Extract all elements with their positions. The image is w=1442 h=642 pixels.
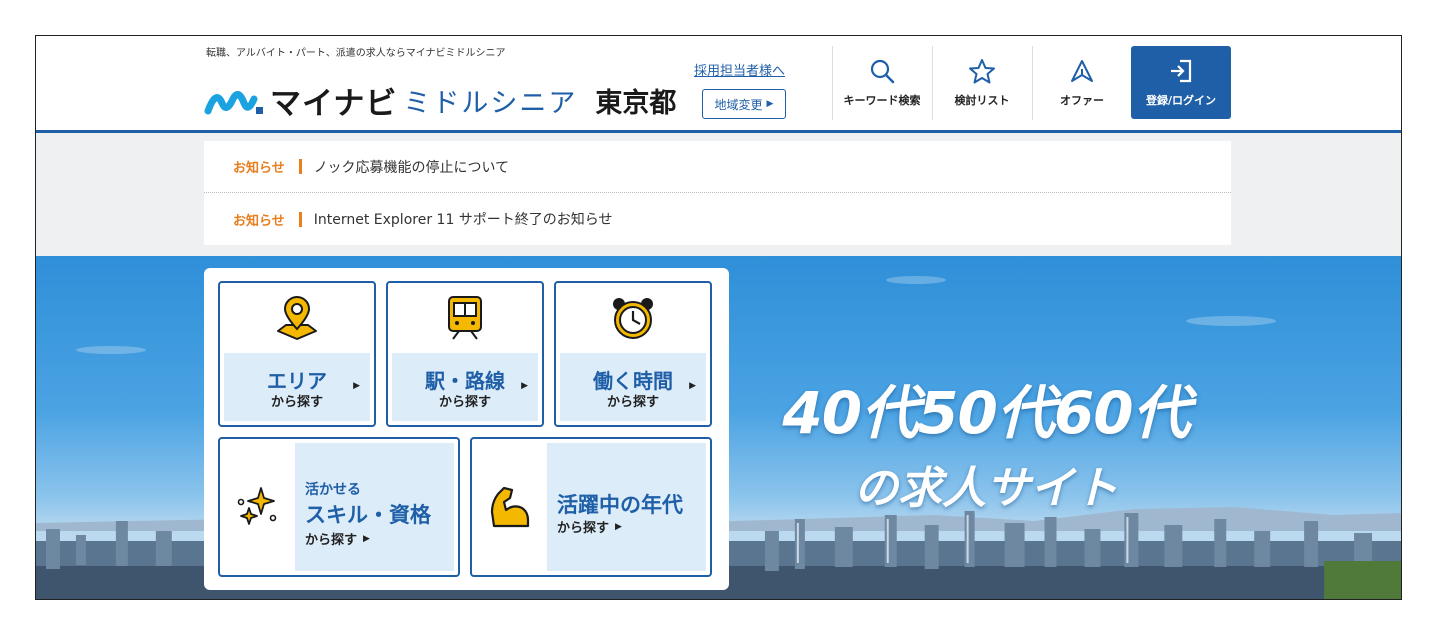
hero-line-2: の求人サイト bbox=[854, 463, 1118, 514]
caret-right-icon: ▶ bbox=[521, 381, 528, 391]
hours-card-sub: から探す bbox=[606, 395, 659, 410]
search-by-age-card[interactable]: 活躍中の年代 から探す ▶ bbox=[470, 437, 712, 577]
station-card-sub: から探す bbox=[438, 395, 491, 410]
card-icon-area bbox=[388, 283, 542, 353]
site-logo[interactable]: マイナビ ミドルシニア 東京都 bbox=[204, 78, 676, 123]
page-frame: 転職、アルバイト・パート、派遣の求人ならマイナビミドルシニア マイナビ ミドルシ… bbox=[35, 35, 1402, 600]
logo-main-text: マイナビ bbox=[270, 86, 398, 122]
caret-right-icon: ▶ bbox=[615, 521, 622, 532]
skill-card-sub-row: から探す ▶ bbox=[305, 529, 370, 548]
search-panel: エリア から探す ▶ 駅・路線 から探す ▶ 働く時間 から探す ▶ 活かせる … bbox=[204, 268, 729, 590]
notice-text: ノック応募機能の停止について bbox=[313, 159, 510, 176]
login-register-button[interactable]: 登録/ログイン bbox=[1131, 46, 1231, 119]
recruiter-link[interactable]: 採用担当者様へ bbox=[694, 60, 785, 79]
hero-banner: 40代50代60代 の求人サイト エリア から探す ▶ 駅・路線 から探す ▶ … bbox=[36, 256, 1401, 599]
logo-mark-icon bbox=[204, 90, 263, 114]
notice-tag: お知らせ bbox=[233, 213, 285, 229]
card-icon-area bbox=[472, 439, 547, 575]
caret-right-icon: ▶ bbox=[766, 99, 774, 109]
cloud-shape bbox=[1186, 316, 1276, 326]
caret-right-icon: ▶ bbox=[363, 533, 370, 544]
caret-right-icon: ▶ bbox=[353, 381, 360, 391]
star-icon bbox=[969, 59, 995, 84]
skill-card-title: スキル・資格 bbox=[305, 503, 431, 527]
cloud-shape bbox=[886, 276, 946, 284]
search-by-area-card[interactable]: エリア から探す ▶ bbox=[218, 281, 376, 427]
hours-card-title: 働く時間 bbox=[593, 369, 673, 393]
consider-list-button[interactable]: 検討リスト bbox=[933, 46, 1031, 120]
paper-plane-icon bbox=[1071, 60, 1093, 82]
card-icon-area bbox=[220, 439, 295, 575]
search-by-hours-card[interactable]: 働く時間 から探す ▶ bbox=[554, 281, 712, 427]
age-card-sub: から探す bbox=[557, 521, 610, 536]
login-icon bbox=[1171, 59, 1192, 82]
card-label-area: 駅・路線 から探す ▶ bbox=[392, 353, 538, 421]
notice-area: お知らせ ノック応募機能の停止について お知らせ Internet Explor… bbox=[36, 133, 1401, 256]
search-by-station-card[interactable]: 駅・路線 から探す ▶ bbox=[386, 281, 544, 427]
card-icon-area bbox=[220, 283, 374, 353]
train-icon bbox=[448, 296, 482, 340]
skill-card-small: 活かせる bbox=[305, 482, 361, 498]
notice-item[interactable]: お知らせ ノック応募機能の停止について bbox=[204, 141, 1231, 193]
cloud-shape bbox=[76, 346, 146, 354]
search-icon bbox=[870, 59, 895, 84]
logo-sub-text: ミドルシニア bbox=[403, 88, 578, 119]
keyword-search-label: キーワード検索 bbox=[843, 94, 921, 107]
region-change-label: 地域変更 bbox=[714, 97, 763, 112]
flexed-arm-icon bbox=[490, 486, 529, 528]
search-by-skill-card[interactable]: 活かせる スキル・資格 から探す ▶ bbox=[218, 437, 460, 577]
notice-list: お知らせ ノック応募機能の停止について お知らせ Internet Explor… bbox=[204, 141, 1231, 245]
map-pin-icon bbox=[277, 296, 317, 340]
notice-bar bbox=[298, 159, 302, 174]
skill-card-sub: から探す bbox=[305, 533, 358, 548]
notice-text: Internet Explorer 11 サポート終了のお知らせ bbox=[313, 212, 613, 228]
logo-prefecture: 東京都 bbox=[595, 88, 677, 119]
consider-list-label: 検討リスト bbox=[954, 94, 1010, 107]
site-header: 転職、アルバイト・パート、派遣の求人ならマイナビミドルシニア マイナビ ミドルシ… bbox=[36, 36, 1401, 131]
notice-tag: お知らせ bbox=[233, 161, 285, 176]
hero-line-1: 40代50代60代 bbox=[782, 379, 1190, 447]
station-card-title: 駅・路線 bbox=[425, 369, 505, 393]
card-label-area: 働く時間 から探す ▶ bbox=[560, 353, 706, 421]
header-tagline: 転職、アルバイト・パート、派遣の求人ならマイナビミドルシニア bbox=[206, 48, 506, 59]
offer-label: オファー bbox=[1060, 94, 1104, 107]
notice-item[interactable]: お知らせ Internet Explorer 11 サポート終了のお知らせ bbox=[204, 193, 1231, 245]
card-icon-area bbox=[556, 283, 710, 353]
age-card-sub-row: から探す ▶ bbox=[557, 517, 622, 536]
notice-bar bbox=[298, 211, 302, 227]
card-label-area: 活かせる スキル・資格 から探す ▶ bbox=[295, 443, 454, 571]
offer-button[interactable]: オファー bbox=[1033, 46, 1131, 120]
card-label-area: エリア から探す ▶ bbox=[224, 353, 370, 421]
region-change-button[interactable]: 地域変更 ▶ bbox=[702, 89, 786, 119]
age-card-title: 活躍中の年代 bbox=[557, 493, 683, 517]
area-card-sub: から探す bbox=[270, 395, 323, 410]
sparkle-icon bbox=[237, 487, 276, 525]
keyword-search-button[interactable]: キーワード検索 bbox=[833, 46, 931, 120]
hero-headline: 40代50代60代 の求人サイト bbox=[756, 366, 1216, 516]
area-card-title: エリア bbox=[267, 369, 327, 393]
caret-right-icon: ▶ bbox=[689, 381, 696, 391]
alarm-clock-icon bbox=[613, 298, 653, 339]
card-label-area: 活躍中の年代 から探す ▶ bbox=[547, 443, 706, 571]
login-register-label: 登録/ログイン bbox=[1145, 93, 1217, 107]
